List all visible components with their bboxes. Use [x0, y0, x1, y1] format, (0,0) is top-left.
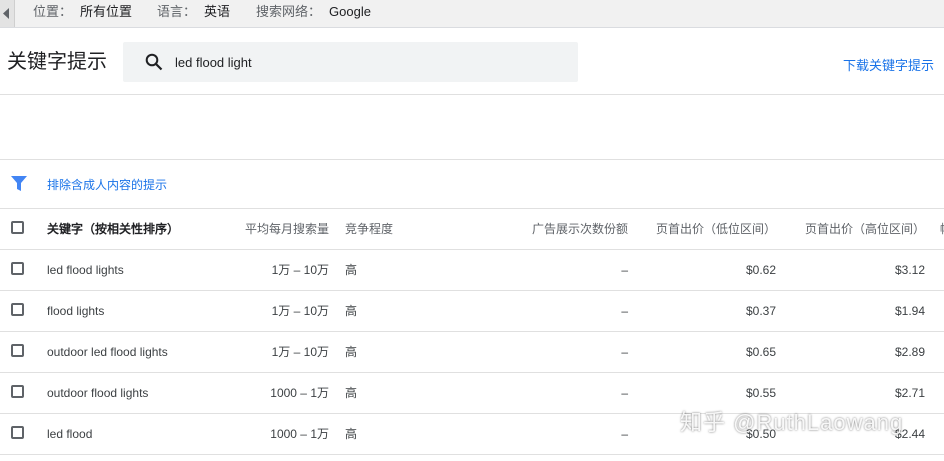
language-setting[interactable]: 语言： 英语: [157, 4, 230, 20]
bid-low-cell: $0.62: [745, 263, 776, 277]
bid-high-cell: $2.89: [894, 345, 925, 359]
filter-icon[interactable]: [11, 176, 27, 192]
adult-filter-chip[interactable]: 排除含成人内容的提示: [47, 176, 167, 193]
bid-low-cell: $0.65: [745, 345, 776, 359]
competition-cell: 高: [345, 427, 358, 441]
watermark: 知乎 @RuthLaowang: [680, 410, 904, 435]
keyword-search-box[interactable]: [123, 42, 578, 82]
row-checkbox[interactable]: [11, 385, 24, 398]
bid-high-cell: $1.94: [894, 304, 925, 318]
impression-share-cell: –: [621, 345, 628, 359]
location-setting[interactable]: 位置： 所有位置: [33, 4, 132, 20]
table-row[interactable]: flood lights 1万 – 10万 高 – $0.37 $1.94: [0, 291, 944, 332]
select-all-checkbox[interactable]: [11, 221, 24, 234]
filter-bar: 排除含成人内容的提示: [0, 160, 944, 209]
chart-area-placeholder: [0, 95, 944, 160]
row-checkbox[interactable]: [11, 426, 24, 439]
avg-monthly-cell: 1万 – 10万: [271, 345, 329, 359]
competition-cell: 高: [345, 386, 358, 400]
row-checkbox[interactable]: [11, 262, 24, 275]
chevron-left-icon: [3, 8, 9, 19]
page-title: 关键字提示: [7, 51, 107, 73]
table-row[interactable]: outdoor led flood lights 1万 – 10万 高 – $0…: [0, 332, 944, 373]
impression-share-cell: –: [621, 263, 628, 277]
bid-low-cell: $0.55: [745, 386, 776, 400]
column-header-avg-monthly[interactable]: 平均每月搜索量: [245, 222, 329, 236]
impression-share-cell: –: [621, 304, 628, 318]
keyword-cell: outdoor flood lights: [47, 386, 149, 400]
keyword-cell: led flood lights: [47, 263, 124, 277]
download-keywords-link[interactable]: 下载关键字提示: [843, 55, 934, 74]
competition-cell: 高: [345, 263, 358, 277]
bid-high-cell: $3.12: [894, 263, 925, 277]
avg-monthly-cell: 1000 – 1万: [270, 386, 329, 400]
column-header-bid-low[interactable]: 页首出价（低位区间）: [656, 222, 776, 236]
keyword-cell: flood lights: [47, 304, 105, 318]
impression-share-cell: –: [621, 386, 628, 400]
table-row[interactable]: led flood lights 1万 – 10万 高 – $0.62 $3.1…: [0, 250, 944, 291]
search-input[interactable]: [175, 42, 555, 82]
bid-low-cell: $0.37: [745, 304, 776, 318]
row-checkbox[interactable]: [11, 303, 24, 316]
page-header: 关键字提示 下载关键字提示: [0, 28, 944, 95]
avg-monthly-cell: 1000 – 1万: [270, 427, 329, 441]
column-header-more[interactable]: 帐: [940, 222, 944, 236]
collapse-button[interactable]: [0, 0, 15, 27]
avg-monthly-cell: 1万 – 10万: [271, 263, 329, 277]
keyword-cell: led flood: [47, 427, 93, 441]
column-header-competition[interactable]: 竞争程度: [345, 222, 393, 236]
column-header-impression-share[interactable]: 广告展示次数份额: [532, 222, 628, 236]
top-settings-bar: 位置： 所有位置 语言： 英语 搜索网络： Google: [0, 0, 944, 28]
bid-high-cell: $2.71: [894, 386, 925, 400]
column-header-bid-high[interactable]: 页首出价（高位区间）: [805, 222, 925, 236]
competition-cell: 高: [345, 304, 358, 318]
impression-share-cell: –: [621, 427, 628, 441]
column-header-keyword[interactable]: 关键字（按相关性排序）: [47, 222, 179, 236]
keyword-cell: outdoor led flood lights: [47, 345, 168, 359]
competition-cell: 高: [345, 345, 358, 359]
avg-monthly-cell: 1万 – 10万: [271, 304, 329, 318]
table-header-row: 关键字（按相关性排序） 平均每月搜索量 竞争程度 广告展示次数份额 页首出价（低…: [0, 209, 944, 250]
search-icon: [145, 53, 163, 71]
row-checkbox[interactable]: [11, 344, 24, 357]
network-setting[interactable]: 搜索网络： Google: [256, 4, 371, 20]
